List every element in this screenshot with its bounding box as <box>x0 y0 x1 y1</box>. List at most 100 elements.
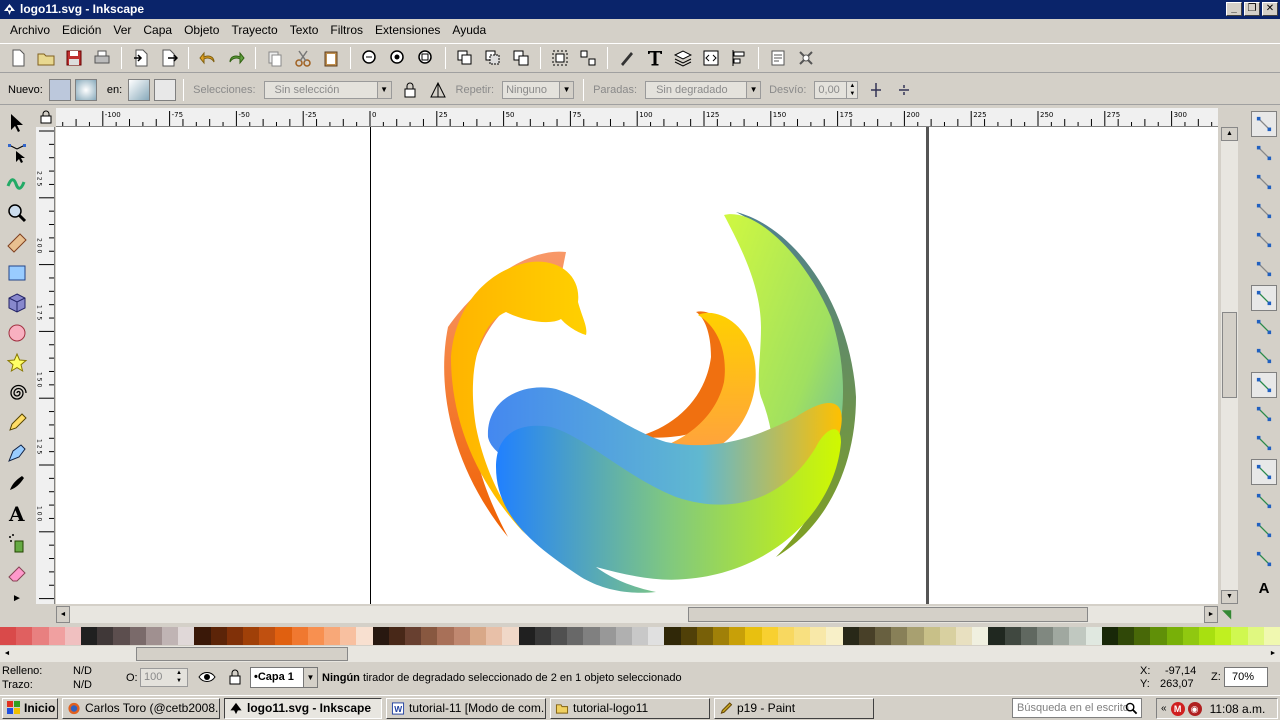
group-button[interactable] <box>548 46 572 70</box>
palette-swatch[interactable] <box>988 627 1005 645</box>
palette-swatch[interactable] <box>907 627 924 645</box>
palette-swatch[interactable] <box>437 627 454 645</box>
more-tools-arrow[interactable]: ► <box>2 588 32 608</box>
stroke-value[interactable]: N/D <box>73 679 92 691</box>
palette-swatch[interactable] <box>1134 627 1151 645</box>
selecciones-combo[interactable]: Sin selección ▼ <box>263 80 392 99</box>
snap-bbox-edge-button[interactable] <box>1251 169 1277 195</box>
horizontal-scrollbar[interactable]: ◄ ► <box>56 606 1218 623</box>
menu-capa[interactable]: Capa <box>137 20 178 41</box>
menu-texto[interactable]: Texto <box>284 20 325 41</box>
cut-button[interactable] <box>291 46 315 70</box>
taskbar-search-input[interactable]: Búsqueda en el escrito <box>1012 698 1142 718</box>
snap-bbox-button[interactable] <box>1251 140 1277 166</box>
palette-swatch[interactable] <box>356 627 373 645</box>
horizontal-scroll-thumb[interactable] <box>688 607 1088 622</box>
vertical-ruler[interactable]: 2 2 5 2 0 0 1 7 5 1 5 0 1 2 5 1 0 0 <box>36 127 55 604</box>
snap-object-center-button[interactable] <box>1251 459 1277 485</box>
copy-button[interactable] <box>263 46 287 70</box>
palette-swatch[interactable] <box>826 627 843 645</box>
task-inkscape[interactable]: logo11.svg - Inkscape <box>224 697 382 719</box>
ellipse-tool[interactable] <box>2 318 32 348</box>
palette-swatch[interactable] <box>178 627 195 645</box>
selector-tool[interactable] <box>2 108 32 138</box>
apply-to-stroke-button[interactable] <box>154 78 177 101</box>
vertical-scroll-thumb[interactable] <box>1222 312 1237 398</box>
scroll-left-button[interactable]: ◄ <box>56 606 70 623</box>
palette-swatch[interactable] <box>696 627 713 645</box>
lock-button[interactable] <box>398 78 422 102</box>
pen-tool[interactable] <box>2 438 32 468</box>
palette-swatch[interactable] <box>129 627 146 645</box>
palette-swatch[interactable] <box>469 627 487 645</box>
zoom-selection-button[interactable] <box>358 46 382 70</box>
snap-rotation-center-button[interactable] <box>1251 488 1277 514</box>
desvio-input[interactable]: 0,00 ▲ ▼ <box>814 80 859 99</box>
print-button[interactable] <box>90 46 114 70</box>
palette-swatch[interactable] <box>32 627 49 645</box>
radial-gradient-button[interactable] <box>74 78 97 101</box>
scroll-down-button[interactable]: ▼ <box>1221 590 1238 604</box>
palette-swatch[interactable] <box>761 627 778 645</box>
add-stop-button[interactable] <box>864 78 888 102</box>
calligraphy-tool[interactable] <box>2 468 32 498</box>
palette-swatch[interactable] <box>486 627 503 645</box>
palette-swatch[interactable] <box>324 627 341 645</box>
palette-swatch[interactable] <box>1085 627 1102 645</box>
palette-swatch[interactable] <box>0 627 17 645</box>
palette-scroll-left[interactable]: ◄ <box>0 646 14 662</box>
delete-stop-button[interactable] <box>892 78 916 102</box>
palette-swatch[interactable] <box>210 627 227 645</box>
snap-paths-button[interactable] <box>1251 314 1277 340</box>
palette-swatch[interactable] <box>891 627 908 645</box>
palette-swatch[interactable] <box>550 627 568 645</box>
redo-button[interactable] <box>224 46 248 70</box>
layer-select[interactable]: •Capa 1 ▼ <box>250 667 318 688</box>
palette-swatch[interactable] <box>1247 627 1264 645</box>
snap-bbox-midpoint-button[interactable] <box>1251 227 1277 253</box>
linear-gradient-button[interactable] <box>48 78 71 101</box>
palette-swatch[interactable] <box>1215 627 1232 645</box>
palette-swatch[interactable] <box>518 627 535 645</box>
snap-nodes-button[interactable] <box>1251 285 1277 311</box>
snap-midpoints-button[interactable] <box>1251 430 1277 456</box>
repetir-combo[interactable]: Ninguno ▼ <box>502 80 575 99</box>
palette-swatch[interactable] <box>307 627 325 645</box>
snap-toggle-button[interactable] <box>1251 111 1277 137</box>
palette-swatch[interactable] <box>810 627 827 645</box>
palette-swatch[interactable] <box>1150 627 1167 645</box>
opacity-input[interactable]: 100 ▲ ▼ <box>140 668 188 687</box>
palette-swatch[interactable] <box>923 627 940 645</box>
palette-swatch[interactable] <box>972 627 989 645</box>
scroll-right-button[interactable]: ► <box>1204 606 1218 623</box>
palette-swatch[interactable] <box>162 627 179 645</box>
duplicate-button[interactable] <box>453 46 477 70</box>
close-button[interactable]: ✕ <box>1262 2 1278 16</box>
palette-swatch[interactable] <box>1166 627 1183 645</box>
task-paint[interactable]: p19 - Paint <box>714 697 874 719</box>
palette-swatch[interactable] <box>1182 627 1200 645</box>
palette-swatch[interactable] <box>97 627 114 645</box>
eraser-tool[interactable] <box>2 558 32 588</box>
palette-swatch[interactable] <box>842 627 859 645</box>
menu-ayuda[interactable]: Ayuda <box>446 20 492 41</box>
palette-swatch[interactable] <box>291 627 308 645</box>
apply-to-fill-button[interactable] <box>128 78 151 101</box>
tray-expand-icon[interactable]: « <box>1161 703 1167 714</box>
palette-scrollbar[interactable]: ◄ ► <box>0 646 1280 662</box>
lock-guides-icon[interactable] <box>39 110 53 124</box>
palette-swatch[interactable] <box>680 627 697 645</box>
minimize-button[interactable]: _ <box>1226 2 1242 16</box>
palette-swatch[interactable] <box>1069 627 1086 645</box>
3d-box-tool[interactable] <box>2 288 32 318</box>
palette-swatch[interactable] <box>583 627 600 645</box>
palette-swatch[interactable] <box>1118 627 1135 645</box>
palette-swatch[interactable] <box>64 627 82 645</box>
palette-swatch[interactable] <box>145 627 163 645</box>
palette-swatch[interactable] <box>226 627 244 645</box>
snap-text-baseline-button[interactable]: A <box>1251 575 1277 601</box>
palette-swatch[interactable] <box>16 627 33 645</box>
tweak-tool[interactable] <box>2 168 32 198</box>
palette-swatch[interactable] <box>777 627 794 645</box>
palette-swatch[interactable] <box>648 627 665 645</box>
